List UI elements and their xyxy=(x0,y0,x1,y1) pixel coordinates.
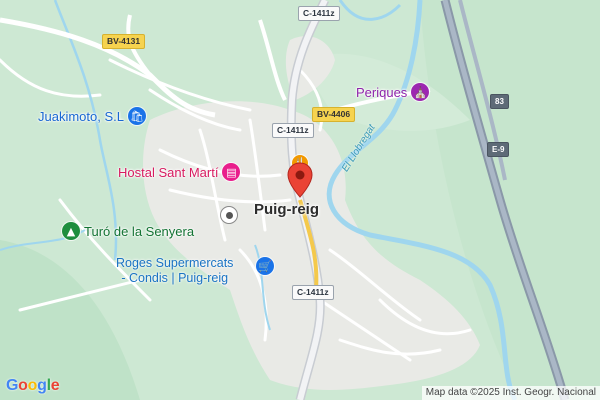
map-view[interactable]: C-1411z BV-4131 BV-4406 C-1411z C-1411z … xyxy=(0,0,600,400)
google-logo-text: Google xyxy=(6,377,60,394)
road-shield-c1411z-north: C-1411z xyxy=(298,6,340,21)
map-pin-icon[interactable] xyxy=(287,162,313,198)
road-shield-c1411z-center: C-1411z xyxy=(272,123,314,138)
shopping-cart-icon: 🛒 xyxy=(256,257,274,275)
park-icon: ▲ xyxy=(62,222,80,240)
road-shield-bv4406: BV-4406 xyxy=(312,107,356,122)
road-shield-83: 83 xyxy=(490,94,509,109)
road-shield-bv4131: BV-4131 xyxy=(102,34,146,49)
poi-roges-supermercats[interactable]: Roges Supermercats - Condis | Puig-reig xyxy=(116,256,233,286)
poi-juakimoto[interactable]: 🛍 Juakimoto, S.L xyxy=(38,107,146,125)
supermarket-pin[interactable]: 🛒 xyxy=(256,257,274,275)
poi-label: Juakimoto, S.L xyxy=(38,108,124,124)
poi-label-line2: - Condis | Puig-reig xyxy=(121,271,229,285)
landmark-icon: ⛪ xyxy=(411,83,430,101)
poi-label: Periques xyxy=(356,84,408,100)
shopping-bag-icon: 🛍 xyxy=(128,107,146,125)
poi-periques[interactable]: ⛪ Periques xyxy=(356,83,430,101)
road-shield-e9: E-9 xyxy=(487,142,510,157)
map-attribution[interactable]: Map data ©2025 Inst. Geogr. Nacional xyxy=(421,386,600,400)
google-logo: Google xyxy=(6,377,60,395)
hotel-bed-icon: ▤ xyxy=(222,163,241,181)
town-dot-icon xyxy=(220,206,238,224)
town-label: Puig-reig xyxy=(254,201,320,218)
poi-label: Turó de la Senyera xyxy=(84,223,195,239)
road-shield-c1411z-south: C-1411z xyxy=(292,285,334,300)
poi-label: Hostal Sant Martí xyxy=(118,164,219,180)
poi-label-line1: Roges Supermercats xyxy=(116,256,234,270)
poi-turo-de-la-senyera[interactable]: ▲ Turó de la Senyera xyxy=(62,222,194,240)
map-base xyxy=(0,0,600,400)
town-marker[interactable] xyxy=(220,206,238,224)
poi-hostal-sant-marti[interactable]: ▤ Hostal Sant Martí xyxy=(118,163,241,181)
